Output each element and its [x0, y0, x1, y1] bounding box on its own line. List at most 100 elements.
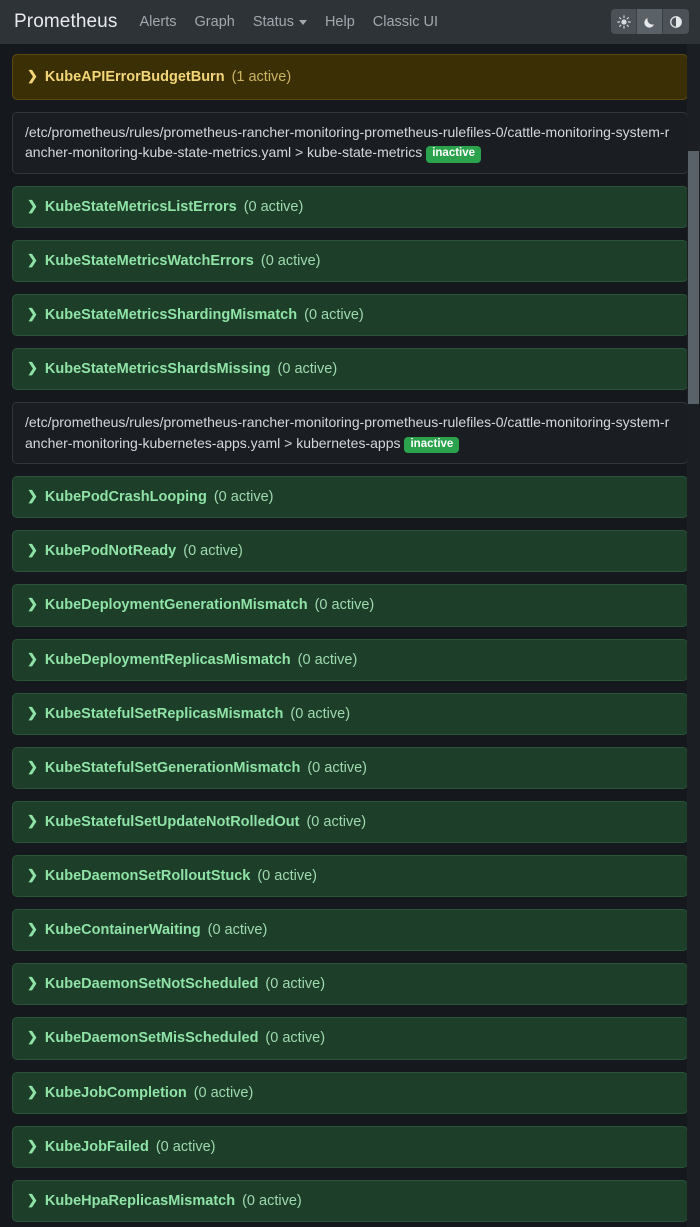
alert-active-count: (0 active): [304, 307, 364, 324]
alert-rule-row[interactable]: ❯ KubePodNotReady (0 active): [12, 530, 688, 573]
alert-rule-row[interactable]: ❯ KubeStatefulSetReplicasMismatch (0 activ…: [12, 692, 688, 735]
status-badge: inactive: [426, 146, 482, 163]
nav-link-label: Help: [324, 14, 355, 30]
alert-rule-row[interactable]: ❯ KubeContainerWaiting (0 active): [12, 909, 688, 952]
status-badge: inactive: [404, 436, 460, 454]
nav-link-alerts[interactable]: Alerts: [139, 14, 176, 30]
chevron-right-icon: ❯: [27, 812, 38, 828]
chevron-right-icon: ❯: [27, 306, 38, 322]
alert-rule-name: KubeStatefulSetGenerationMismatch: [44, 759, 301, 776]
navbar: Prometheus Alerts Graph Status Help Classic …: [0, 0, 700, 44]
alert-rule-row[interactable]: ❯ KubePodCrashLooping (0 active): [12, 476, 688, 519]
alert-rule-row[interactable]: ❯ KubeAPIErrorBudgetBurn (1 active): [12, 54, 688, 101]
chevron-right-icon: ❯: [27, 1137, 38, 1153]
sun-icon: [616, 14, 631, 29]
chevron-right-icon: ❯: [27, 197, 38, 213]
alert-rule-name: KubeAPIErrorBudgetBurn: [44, 69, 225, 85]
alert-rule-name: KubeStateMetricsListErrors: [44, 198, 237, 215]
alert-active-count: (1 active): [231, 69, 292, 85]
alert-active-count: (0 active): [183, 543, 243, 560]
alert-rule-name: KubeDaemonSetRolloutStuck: [44, 868, 251, 885]
chevron-right-icon: ❯: [27, 360, 38, 376]
brand-logo[interactable]: Prometheus: [14, 11, 117, 33]
alert-active-count: (0 active): [306, 813, 367, 830]
auto-theme-button[interactable]: [663, 9, 689, 34]
alert-rule-row[interactable]: ❯ KubeJobFailed (0 active): [12, 1125, 688, 1168]
alert-rule-row[interactable]: ❯ KubeDeploymentReplicasMismatch (0 active…: [12, 638, 688, 681]
nav-link-classic-ui[interactable]: Classic UI: [373, 14, 438, 30]
alert-rule-row[interactable]: ❯ KubeHpaReplicasMismatch (0 active): [12, 1179, 688, 1222]
alert-active-count: (0 active): [314, 597, 375, 614]
scrollbar-thumb[interactable]: [688, 151, 699, 404]
rule-group-path: /etc/prometheus/rules/prometheus-rancher…: [25, 124, 670, 161]
chevron-right-icon: ❯: [27, 1029, 38, 1045]
rule-group-header[interactable]: /etc/prometheus/rules/prometheus-rancher…: [12, 402, 688, 465]
alert-rule-row[interactable]: ❯ KubeStatefulSetGenerationMismatch (0 act…: [12, 746, 688, 789]
alert-rule-name: KubeDeploymentGenerationMismatch: [44, 597, 308, 614]
alert-rule-name: KubeJobFailed: [44, 1138, 149, 1155]
chevron-right-icon: ❯: [27, 650, 38, 666]
alert-active-count: (0 active): [307, 759, 367, 776]
nav-link-status[interactable]: Status: [253, 14, 307, 30]
alert-active-count: (0 active): [260, 253, 321, 270]
nav-link-label: Alerts: [139, 14, 177, 30]
chevron-down-icon: [298, 19, 307, 25]
alert-active-count: (0 active): [213, 489, 274, 506]
alert-rule-name: KubeDaemonSetMisScheduled: [44, 1030, 259, 1047]
chevron-right-icon: ❯: [27, 975, 38, 991]
chevron-right-icon: ❯: [27, 596, 38, 612]
alert-active-count: (0 active): [257, 868, 317, 885]
alert-active-count: (0 active): [193, 1084, 254, 1101]
alert-rule-row[interactable]: ❯ KubeDaemonSetRolloutStuck (0 active): [12, 855, 688, 898]
chevron-right-icon: ❯: [27, 1191, 38, 1207]
alert-active-count: (0 active): [277, 361, 338, 378]
nav-link-label: Graph: [194, 14, 235, 30]
alert-rule-row[interactable]: ❯ KubeStateMetricsListErrors (0 active): [12, 185, 688, 229]
alert-active-count: (0 active): [207, 922, 268, 939]
chevron-right-icon: ❯: [27, 867, 38, 883]
alert-active-count: (0 active): [265, 1030, 326, 1047]
alert-rule-row[interactable]: ❯ KubeDeploymentGenerationMismatch (0 acti…: [12, 584, 688, 627]
alerts-list: ❯ KubeAPIErrorBudgetBurn (1 active) /etc/pr…: [0, 44, 700, 1227]
page-scrollbar[interactable]: [687, 44, 700, 1227]
alert-rule-row[interactable]: ❯ KubeJobCompletion (0 active): [12, 1071, 688, 1114]
alert-active-count: (0 active): [290, 705, 351, 722]
alert-rule-row[interactable]: ❯ KubeStatefulSetUpdateNotRolledOut (0 act…: [12, 800, 688, 844]
alert-rule-name: KubeStateMetricsShardingMismatch: [44, 307, 298, 324]
chevron-right-icon: ❯: [27, 252, 38, 268]
nav-links: Alerts Graph Status Help Classic UI: [139, 14, 438, 30]
alert-rule-name: KubePodNotReady: [44, 543, 177, 560]
alert-rule-name: KubePodCrashLooping: [44, 489, 207, 506]
alert-rule-name: KubeStateMetricsWatchErrors: [44, 253, 254, 270]
alert-rule-row[interactable]: ❯ KubeDaemonSetMisScheduled (0 active): [12, 1017, 688, 1060]
alert-rule-name: KubeContainerWaiting: [44, 922, 201, 939]
rule-group-header[interactable]: /etc/prometheus/rules/prometheus-rancher…: [12, 112, 688, 174]
alert-rule-name: KubeStatefulSetUpdateNotRolledOut: [44, 813, 300, 830]
nav-link-graph[interactable]: Graph: [195, 14, 235, 30]
alert-rule-row[interactable]: ❯ KubeStateMetricsShardsMissing (0 active): [12, 348, 688, 391]
alert-rule-row[interactable]: ❯ KubeStateMetricsWatchErrors (0 active): [12, 240, 688, 283]
alert-active-count: (0 active): [265, 976, 326, 993]
chevron-right-icon: ❯: [27, 542, 38, 558]
light-theme-button[interactable]: [611, 9, 637, 34]
alert-rule-row[interactable]: ❯ KubeStateMetricsShardingMismatch (0 acti…: [12, 294, 688, 337]
chevron-right-icon: ❯: [27, 704, 38, 720]
alert-rule-name: KubeJobCompletion: [44, 1084, 187, 1101]
alert-active-count: (0 active): [297, 651, 358, 668]
moon-icon: [643, 17, 654, 28]
alert-rule-name: KubeStatefulSetReplicasMismatch: [44, 705, 284, 722]
nav-link-label: Classic UI: [372, 14, 439, 30]
alert-rule-name: KubeDeploymentReplicasMismatch: [44, 651, 291, 668]
alert-active-count: (0 active): [155, 1138, 216, 1155]
alert-rule-name: KubeDaemonSetNotScheduled: [44, 976, 259, 993]
alert-active-count: (0 active): [242, 1192, 302, 1209]
chevron-right-icon: ❯: [27, 68, 38, 83]
chevron-right-icon: ❯: [27, 1083, 38, 1099]
alert-active-count: (0 active): [243, 198, 304, 215]
nav-link-help[interactable]: Help: [325, 14, 355, 30]
alert-rule-row[interactable]: ❯ KubeDaemonSetNotScheduled (0 active): [12, 963, 688, 1006]
dark-theme-button[interactable]: [637, 9, 663, 34]
half-circle-icon: [670, 15, 682, 28]
rule-group-path: /etc/prometheus/rules/prometheus-rancher…: [25, 414, 670, 451]
chevron-right-icon: ❯: [27, 921, 38, 937]
